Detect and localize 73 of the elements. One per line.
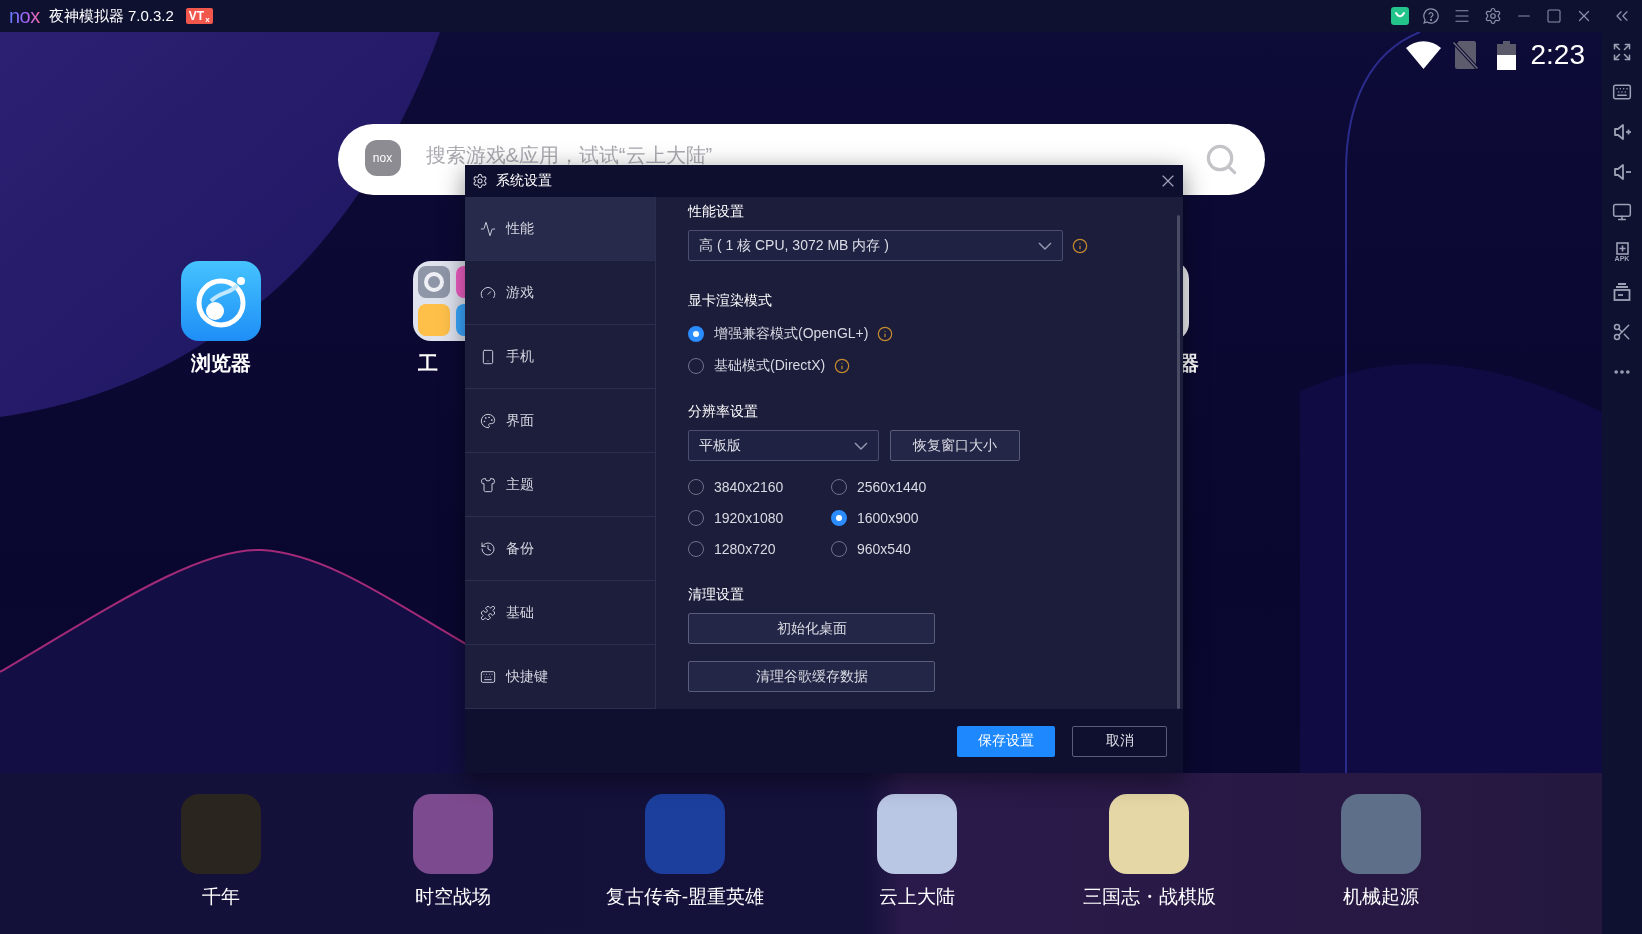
nav-item[interactable]: 基础	[465, 581, 655, 645]
radio-option[interactable]: 1600x900	[831, 508, 974, 528]
clock-time: 2:23	[1530, 39, 1585, 71]
info-icon[interactable]	[1072, 237, 1088, 254]
browser-app-icon[interactable]	[181, 261, 261, 341]
app-label: 浏览器	[191, 351, 251, 375]
app-label: 云上大陆	[879, 885, 955, 909]
volume-down-icon[interactable]	[1612, 162, 1632, 182]
shop-icon[interactable]	[1391, 7, 1409, 25]
cancel-button[interactable]: 取消	[1072, 725, 1167, 757]
nav-item[interactable]: 性能	[465, 197, 655, 261]
nav-item[interactable]: 备份	[465, 517, 655, 581]
scrollbar-thumb[interactable]	[1177, 215, 1180, 709]
info-icon[interactable]	[877, 326, 894, 342]
window-title: 夜神模拟器 7.0.3.2	[48, 6, 174, 26]
radio-option[interactable]: 2560x1440	[831, 477, 974, 497]
info-icon[interactable]	[834, 358, 851, 374]
radio-option[interactable]: 3840x2160	[688, 477, 831, 497]
dialog-title: 系统设置	[496, 172, 552, 190]
section-heading: 分辨率设置	[688, 402, 758, 421]
reset-desktop-button[interactable]: 初始化桌面	[688, 613, 935, 644]
shirt-icon	[480, 476, 496, 493]
radio-option[interactable]: 增强兼容模式(OpenGL+)	[688, 324, 869, 344]
monitor-icon[interactable]	[1612, 202, 1632, 222]
section-heading: 清理设置	[688, 585, 744, 604]
chevron-down-icon	[1038, 241, 1052, 250]
app-label: 时空战场	[415, 885, 491, 909]
performance-dropdown[interactable]: 高 ( 1 核 CPU, 3072 MB 内存 )	[688, 230, 1063, 261]
settings-icon	[472, 173, 488, 189]
app-label: 千年	[202, 885, 240, 909]
nav-item[interactable]: 主题	[465, 453, 655, 517]
wifi-icon	[1405, 41, 1441, 69]
app-icon[interactable]	[877, 794, 957, 874]
app-icon[interactable]	[1109, 794, 1189, 874]
nav-item[interactable]: 界面	[465, 389, 655, 453]
resolution-dropdown[interactable]: 平板版	[688, 430, 879, 461]
radio-option[interactable]: 960x540	[831, 539, 974, 559]
nav-item[interactable]: 手机	[465, 325, 655, 389]
section-heading: 性能设置	[688, 202, 744, 221]
radio-option[interactable]: 1920x1080	[688, 508, 831, 528]
search-logo: nox	[364, 139, 401, 176]
scissors-icon[interactable]	[1612, 322, 1632, 342]
maximize-icon[interactable]	[1546, 8, 1562, 24]
history-icon	[480, 540, 496, 557]
settings-icon[interactable]	[1484, 7, 1502, 25]
clear-cache-button[interactable]: 清理谷歌缓存数据	[688, 661, 935, 692]
app-label: 工	[418, 351, 438, 375]
radio-option[interactable]: 1280x720	[688, 539, 831, 559]
phone-icon	[480, 348, 496, 365]
battery-icon	[1496, 40, 1516, 70]
help-icon[interactable]	[1422, 7, 1440, 25]
volume-up-icon[interactable]	[1612, 122, 1632, 142]
radio-option[interactable]: 基础模式(DirectX)	[688, 356, 826, 376]
no-sim-icon	[1451, 40, 1479, 70]
gauge-icon	[480, 284, 496, 301]
section-heading: 显卡渲染模式	[688, 291, 772, 310]
expand-icon[interactable]	[1612, 42, 1632, 62]
search-input[interactable]: 搜索游戏&应用，试试“云上大陆”	[425, 141, 1184, 170]
stack-icon[interactable]	[1612, 282, 1632, 302]
puzzle-icon	[480, 604, 496, 621]
nav-item[interactable]: 游戏	[465, 261, 655, 325]
app-label: 机械起源	[1343, 885, 1419, 909]
menu-icon[interactable]	[1453, 7, 1471, 25]
app-label: 三国志・战棋版	[1082, 885, 1216, 909]
app-label: 复古传奇-盟重英雄	[605, 885, 765, 909]
vt-badge: VT$_{x}$	[185, 8, 213, 24]
keyboard-icon	[480, 668, 496, 685]
restore-size-button[interactable]: 恢复窗口大小	[890, 430, 1020, 461]
palette-icon	[480, 412, 496, 429]
pulse-icon	[480, 220, 496, 237]
chevron-down-icon	[854, 441, 868, 450]
plus-square-icon	[1615, 242, 1629, 255]
keyboard-icon[interactable]	[1612, 82, 1632, 102]
